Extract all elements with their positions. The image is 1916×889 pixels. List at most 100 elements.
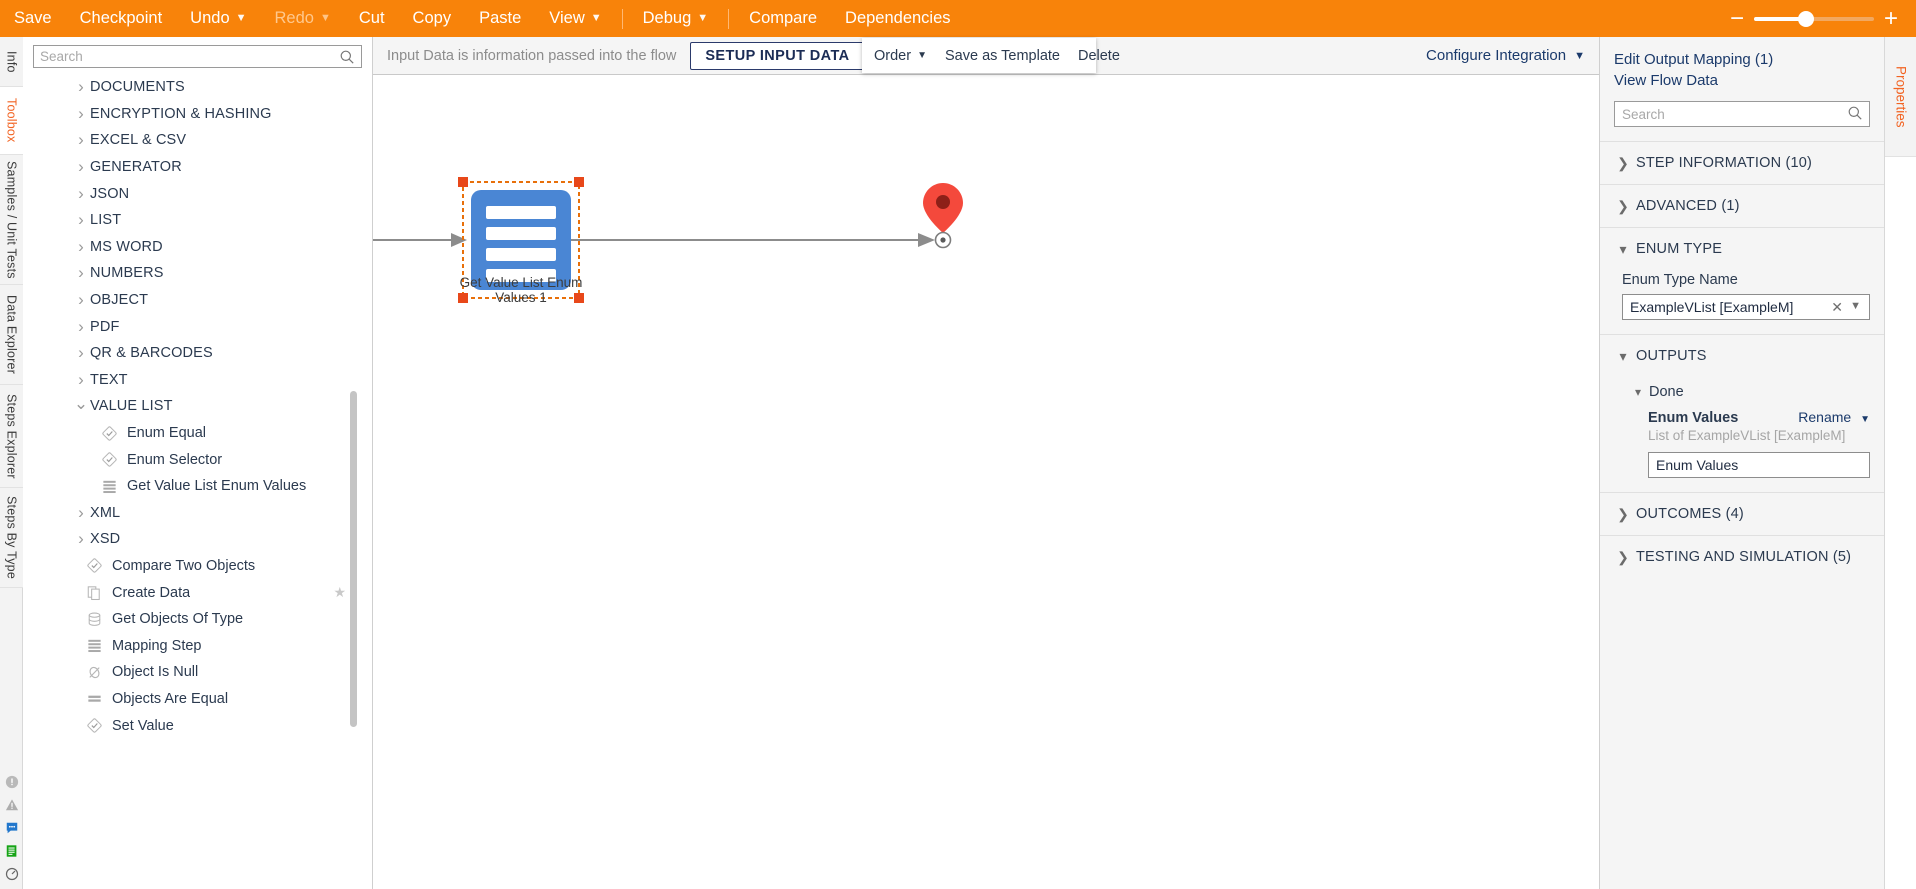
output-name: Enum Values: [1648, 410, 1739, 426]
rail-tab-toolbox[interactable]: Toolbox: [0, 87, 23, 155]
toolbar-item-save[interactable]: Save: [0, 0, 66, 37]
toolbox-group-numbers[interactable]: › NUMBERS: [23, 260, 372, 287]
zoom-out-button[interactable]: −: [1726, 6, 1748, 31]
enum-type-name-combobox[interactable]: ExampleVList [ExampleM] ✕ ▼: [1622, 294, 1870, 320]
toolbar-item-copy[interactable]: Copy: [399, 0, 466, 37]
right-rail-tab-properties[interactable]: Properties: [1885, 37, 1916, 157]
context-menu-delete[interactable]: Delete: [1078, 48, 1120, 64]
toolbox-step-get-value-list-enum-values[interactable]: Get Value List Enum Values: [23, 473, 372, 500]
properties-search[interactable]: [1614, 101, 1870, 127]
rail-tab-steps-explorer[interactable]: Steps Explorer: [0, 385, 23, 488]
toolbox-step-get-objects-of-type[interactable]: Get Objects Of Type: [23, 606, 372, 633]
toolbox-scrollbar-thumb[interactable]: [350, 391, 357, 727]
section-testing-label: TESTING AND SIMULATION (5): [1636, 549, 1852, 565]
rail-tab-data-explorer[interactable]: Data Explorer: [0, 285, 23, 385]
toolbox-group-encryption-hashing[interactable]: › ENCRYPTION & HASHING: [23, 101, 372, 128]
toolbox-group-value-list[interactable]: ⌄ VALUE LIST: [23, 393, 372, 420]
section-step-information[interactable]: ❯ STEP INFORMATION (10): [1600, 141, 1884, 184]
rail-tab-label: Toolbox: [4, 98, 19, 143]
toolbar-item-compare[interactable]: Compare: [735, 0, 831, 37]
zoom-slider-thumb[interactable]: [1797, 10, 1814, 27]
toolbox-step-objects-are-equal[interactable]: Objects Are Equal: [23, 686, 372, 713]
clear-icon[interactable]: ✕: [1831, 299, 1843, 316]
toolbox-group-ms-word[interactable]: › MS WORD: [23, 234, 372, 261]
database-icon: [86, 611, 103, 628]
toolbox-group-generator[interactable]: › GENERATOR: [23, 154, 372, 181]
toolbox-search[interactable]: [33, 45, 362, 68]
enum-type-name-label: Enum Type Name: [1622, 272, 1738, 288]
toolbar-item-label: Redo: [274, 9, 314, 27]
toolbar-item-label: Paste: [479, 9, 522, 27]
properties-search-input[interactable]: [1615, 102, 1869, 126]
section-outputs[interactable]: ▾ OUTPUTS: [1600, 334, 1884, 377]
toolbox-group-object[interactable]: › OBJECT: [23, 287, 372, 314]
toolbox-step-label: Object Is Null: [112, 664, 199, 681]
zoom-control[interactable]: − +: [1726, 6, 1916, 31]
toolbox-step-enum-selector[interactable]: Enum Selector: [23, 446, 372, 473]
toolbar-item-redo[interactable]: Redo ▼: [261, 0, 345, 37]
toolbar-item-undo[interactable]: Undo ▼: [176, 0, 260, 37]
toolbox-step-enum-equal[interactable]: Enum Equal: [23, 420, 372, 447]
toolbar-item-cut[interactable]: Cut: [345, 0, 399, 37]
toolbox-group-documents[interactable]: › DOCUMENTS: [23, 74, 372, 101]
section-enum-type[interactable]: ▾ ENUM TYPE: [1600, 227, 1884, 270]
chat-bubble-icon[interactable]: [0, 816, 23, 839]
rename-dropdown[interactable]: Rename ▼: [1798, 409, 1870, 425]
toolbar-item-dependencies[interactable]: Dependencies: [831, 0, 965, 37]
toolbar-item-debug[interactable]: Debug ▼: [629, 0, 723, 37]
section-advanced[interactable]: ❯ ADVANCED (1): [1600, 184, 1884, 227]
section-outcomes[interactable]: ❯ OUTCOMES (4): [1600, 492, 1884, 535]
rail-tab-label: Info: [4, 50, 19, 73]
toolbox-step-label: Set Value: [112, 717, 174, 734]
toolbox-step-create-data[interactable]: Create Data ★: [23, 579, 372, 606]
toolbox-step-label: Create Data: [112, 584, 191, 601]
output-name-input[interactable]: Enum Values: [1648, 452, 1870, 478]
step-node-label: Get Value List Enum Values 1: [431, 275, 611, 305]
configure-integration-dropdown[interactable]: Configure Integration ▼: [1426, 47, 1585, 64]
toolbox-group-list[interactable]: › LIST: [23, 207, 372, 234]
rail-tab-steps-by-type[interactable]: Steps By Type: [0, 488, 23, 588]
toolbox-step-set-value[interactable]: Set Value: [23, 712, 372, 739]
setup-input-data-button[interactable]: SETUP INPUT DATA: [690, 41, 865, 70]
toolbar-item-paste[interactable]: Paste: [465, 0, 535, 37]
toolbox-step-mapping-step[interactable]: Mapping Step: [23, 632, 372, 659]
input-data-hint: Input Data is information passed into th…: [387, 47, 677, 64]
document-icon[interactable]: [0, 839, 23, 862]
toolbox-search-input[interactable]: [34, 46, 361, 67]
enum-type-body: Enum Type Name ExampleVList [ExampleM] ✕…: [1600, 272, 1884, 334]
view-flow-data-link[interactable]: View Flow Data: [1614, 70, 1870, 91]
diamond-check-icon: [86, 557, 103, 574]
toolbar-item-checkpoint[interactable]: Checkpoint: [66, 0, 177, 37]
edit-output-mapping-link[interactable]: Edit Output Mapping (1): [1614, 49, 1870, 70]
zoom-in-button[interactable]: +: [1880, 6, 1902, 31]
rail-tab-samples-unit-tests[interactable]: Samples / Unit Tests: [0, 155, 23, 285]
connector-arrow-into-step: [451, 233, 467, 247]
chevron-down-icon: ▼: [319, 12, 331, 24]
warning-triangle-icon[interactable]: [0, 793, 23, 816]
toolbox-group-json[interactable]: › JSON: [23, 180, 372, 207]
rail-tab-label: Steps Explorer: [4, 393, 19, 479]
context-menu-save-as-template[interactable]: Save as Template: [945, 48, 1060, 64]
toolbox-group-qr-barcodes[interactable]: › QR & BARCODES: [23, 340, 372, 367]
section-testing-and-simulation[interactable]: ❯ TESTING AND SIMULATION (5): [1600, 535, 1884, 578]
toolbox-step-label: Objects Are Equal: [112, 690, 229, 707]
diamond-check-icon: [101, 425, 118, 442]
toolbox-tree-scroll[interactable]: › DOCUMENTS › ENCRYPTION & HASHING › EXCEL & …: [23, 74, 372, 884]
flow-canvas[interactable]: Get Value List Enum Values 1: [373, 75, 1599, 889]
toolbox-step-object-is-null[interactable]: Object Is Null: [23, 659, 372, 686]
toolbox-group-xsd[interactable]: › XSD: [23, 526, 372, 553]
gauge-icon[interactable]: [0, 862, 23, 885]
outputs-done-group[interactable]: ▾ Done: [1614, 377, 1870, 407]
toolbox-group-excel-csv[interactable]: › EXCEL & CSV: [23, 127, 372, 154]
rail-tab-info[interactable]: Info: [0, 37, 23, 87]
info-circle-icon[interactable]: [0, 770, 23, 793]
context-menu-order[interactable]: Order ▼: [874, 48, 927, 64]
toolbox-step-compare-two-objects[interactable]: Compare Two Objects: [23, 553, 372, 580]
favorite-star-icon[interactable]: ★: [333, 584, 346, 601]
toolbox-group-xml[interactable]: › XML: [23, 500, 372, 527]
zoom-slider[interactable]: [1754, 10, 1874, 27]
chevron-down-icon[interactable]: ▼: [1850, 300, 1861, 312]
toolbar-item-view[interactable]: View ▼: [535, 0, 615, 37]
toolbox-group-text[interactable]: › TEXT: [23, 367, 372, 394]
toolbox-group-pdf[interactable]: › PDF: [23, 313, 372, 340]
